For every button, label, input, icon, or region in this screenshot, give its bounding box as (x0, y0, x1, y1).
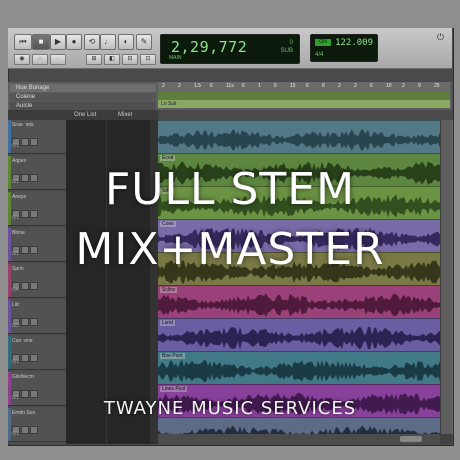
snap-icon[interactable]: ◧ (104, 54, 120, 65)
waveform (158, 293, 440, 317)
audio-region[interactable]: Sclinc (158, 285, 440, 319)
one-list-header: One List (74, 112, 97, 118)
view-icon[interactable]: ◉ (14, 54, 30, 65)
ruler-tick: 25 (434, 83, 440, 89)
ruler-tick: 8 (322, 83, 325, 89)
track-name: Cun ·ene (12, 338, 33, 344)
mixer-header: Mixer (118, 112, 133, 118)
title-overlay: FULL STEM MIX+MASTER (8, 150, 452, 280)
tool-icon[interactable]: ∴ (32, 54, 48, 65)
zoom-icon[interactable]: ⊡ (140, 54, 156, 65)
title-line-1: FULL STEM (104, 164, 356, 215)
arrangement-lane (158, 92, 450, 100)
track-name: Gilshlecm (12, 374, 34, 380)
waveform (158, 326, 440, 350)
ruler-tick: 5 (274, 83, 277, 89)
ruler-tick: 2 (338, 83, 341, 89)
audio-region[interactable] (158, 120, 440, 154)
track-io: G1 (12, 431, 19, 437)
solo-button[interactable] (21, 318, 29, 326)
waveform-shape (158, 326, 440, 350)
track-io: G3 (12, 323, 19, 329)
track-color-chip (8, 336, 11, 369)
solo-button[interactable] (21, 138, 29, 146)
loop-icon[interactable]: ⊟ (122, 54, 138, 65)
solo-button[interactable]: ◐ (118, 34, 134, 50)
track-name: Srae· iets (12, 122, 34, 128)
marker-icon[interactable]: · (50, 54, 66, 65)
record-button[interactable]: ● (66, 34, 82, 50)
mute-button[interactable] (30, 426, 38, 434)
track-color-chip (8, 120, 11, 153)
ruler-tick: 2 (162, 83, 165, 89)
edit-pencil-button[interactable]: ✎ (136, 34, 152, 50)
ruler-tick: 11s (226, 83, 234, 89)
track-header[interactable]: Cun ·ene G1 (8, 336, 66, 370)
scroll-thumb[interactable] (400, 436, 422, 442)
track-color-chip (8, 300, 11, 333)
stop-button[interactable]: ■ (32, 34, 50, 50)
track-name: Lilc (12, 302, 20, 308)
ruler-tick: 1.5 (194, 83, 201, 89)
tempo-bpm: 122.009 (335, 38, 373, 48)
header-row-1: Nue Bunage (10, 84, 156, 92)
waveform-shape (158, 128, 440, 152)
play-button[interactable]: ▶ (50, 34, 66, 50)
solo-button[interactable] (21, 282, 29, 290)
waveform-shape (158, 359, 440, 383)
solo-button[interactable] (21, 426, 29, 434)
ruler-tick: 2 (402, 83, 405, 89)
header-row-2: Coiene (10, 93, 156, 101)
ruler-tick: 10 (386, 83, 392, 89)
ruler-tick: 6 (370, 83, 373, 89)
mute-button[interactable] (30, 138, 38, 146)
power-icon[interactable]: ⏻ (437, 32, 444, 43)
solo-button[interactable] (21, 354, 29, 362)
waveform-shape (158, 293, 440, 317)
solo-button[interactable] (21, 390, 29, 398)
ruler-tick: 6 (242, 83, 245, 89)
footer-brand: TWAYNE MUSIC SERVICES (103, 398, 357, 419)
audio-region[interactable]: Bne Pont (158, 351, 440, 385)
title-line-2: MIX+MASTER (75, 224, 385, 275)
ruler-tick: 2 (178, 83, 181, 89)
arrangement-lane-label: Lo Suit (158, 100, 450, 108)
cycle-button[interactable]: ⟲ (84, 34, 100, 50)
tempo-led: ON (315, 39, 331, 46)
ruler-tick: 9 (418, 83, 421, 89)
track-io: G1 (12, 143, 19, 149)
grid-icon[interactable]: ⊞ (86, 54, 102, 65)
horizontal-scrollbar[interactable] (158, 434, 440, 444)
mute-button[interactable] (30, 354, 38, 362)
ruler-tick: 1 (258, 83, 261, 89)
mute-button[interactable] (30, 318, 38, 326)
ruler-tick: 6 (306, 83, 309, 89)
track-io: G4 (12, 287, 19, 293)
rewind-button[interactable]: ⏮ (14, 34, 32, 50)
track-io: G1 (12, 359, 19, 365)
audio-region[interactable]: Lsnd (158, 318, 440, 352)
waveform (158, 359, 440, 383)
track-header[interactable]: Lilc G3 (8, 300, 66, 334)
mute-button[interactable] (30, 282, 38, 290)
metronome-button[interactable]: ♩ (100, 34, 116, 50)
track-header[interactable]: Srae· iets G1 (8, 120, 66, 154)
ruler-tick: 2 (354, 83, 357, 89)
ruler-tick: 6 (210, 83, 213, 89)
header-row-3: Auicle (10, 102, 156, 110)
secondary-toolbar: ◉ ∴ · ⊞ ◧ ⊟ ⊡ (8, 52, 452, 66)
mute-button[interactable] (30, 390, 38, 398)
ruler-tick: 15 (290, 83, 296, 89)
counter-right-top: 0 (289, 40, 293, 46)
